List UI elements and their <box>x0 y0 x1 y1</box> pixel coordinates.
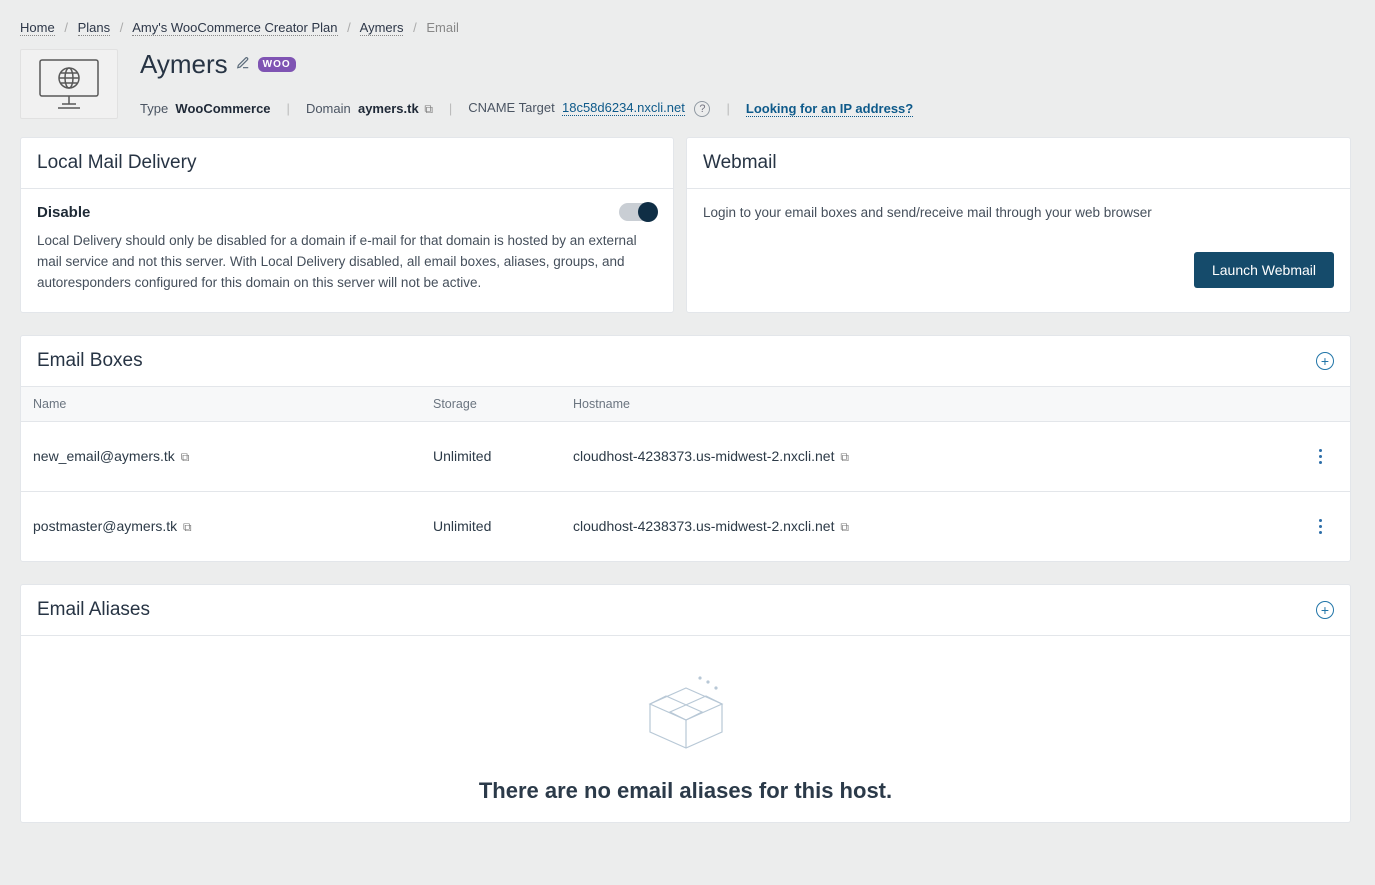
local-mail-description: Local Delivery should only be disabled f… <box>37 231 657 294</box>
local-mail-title: Local Mail Delivery <box>37 152 196 174</box>
empty-box-icon <box>638 676 734 754</box>
copy-email-icon[interactable]: ⧉ <box>183 520 192 534</box>
webmail-card: Webmail Login to your email boxes and se… <box>686 137 1351 313</box>
col-hostname: Hostname <box>573 397 1302 411</box>
row-actions-menu[interactable] <box>1302 519 1338 534</box>
woo-badge: WOO <box>258 57 296 72</box>
page-title: Aymers <box>140 49 228 80</box>
ip-address-link[interactable]: Looking for an IP address? <box>746 101 913 117</box>
webmail-title: Webmail <box>703 152 777 174</box>
row-actions-menu[interactable] <box>1302 449 1338 464</box>
table-row: new_email@aymers.tk ⧉ Unlimited cloudhos… <box>21 422 1350 492</box>
email-box-storage: Unlimited <box>433 518 573 534</box>
breadcrumb-home[interactable]: Home <box>20 20 55 36</box>
site-thumbnail <box>20 49 118 119</box>
col-name: Name <box>33 397 433 411</box>
copy-hostname-icon[interactable]: ⧉ <box>840 520 849 534</box>
email-box-hostname: cloudhost-4238373.us-midwest-2.nxcli.net <box>573 448 834 464</box>
email-box-hostname: cloudhost-4238373.us-midwest-2.nxcli.net <box>573 518 834 534</box>
email-boxes-panel: Email Boxes + Name Storage Hostname new_… <box>20 335 1351 562</box>
disable-toggle[interactable] <box>619 203 657 221</box>
launch-webmail-button[interactable]: Launch Webmail <box>1194 252 1334 288</box>
breadcrumb-plans[interactable]: Plans <box>78 20 111 36</box>
edit-title-icon[interactable] <box>236 56 250 73</box>
type-label: Type <box>140 101 168 116</box>
disable-label: Disable <box>37 204 90 221</box>
cname-label: CNAME Target <box>468 100 554 115</box>
monitor-globe-icon <box>34 56 104 112</box>
email-aliases-empty-state: There are no email aliases for this host… <box>21 636 1350 822</box>
add-email-alias-button[interactable]: + <box>1316 601 1334 619</box>
type-value: WooCommerce <box>175 101 270 116</box>
breadcrumb-current: Email <box>426 20 459 35</box>
copy-hostname-icon[interactable]: ⧉ <box>840 450 849 464</box>
email-aliases-title: Email Aliases <box>37 599 150 621</box>
webmail-description: Login to your email boxes and send/recei… <box>703 203 1334 224</box>
breadcrumb-site[interactable]: Aymers <box>360 20 404 36</box>
copy-domain-icon[interactable]: ⧉ <box>424 102 433 116</box>
cname-value[interactable]: 18c58d6234.nxcli.net <box>562 100 685 116</box>
breadcrumb-plan-name[interactable]: Amy's WooCommerce Creator Plan <box>132 20 337 36</box>
email-boxes-title: Email Boxes <box>37 350 143 372</box>
site-meta: Type WooCommerce | Domain aymers.tk ⧉ | … <box>140 100 1351 117</box>
email-boxes-header-row: Name Storage Hostname <box>21 387 1350 422</box>
email-box-name: postmaster@aymers.tk <box>33 518 177 534</box>
col-storage: Storage <box>433 397 573 411</box>
site-header: Aymers WOO Type WooCommerce | Domain aym… <box>20 49 1351 119</box>
local-mail-card: Local Mail Delivery Disable Local Delive… <box>20 137 674 313</box>
email-box-name: new_email@aymers.tk <box>33 448 175 464</box>
copy-email-icon[interactable]: ⧉ <box>181 450 190 464</box>
add-email-box-button[interactable]: + <box>1316 352 1334 370</box>
email-box-storage: Unlimited <box>433 448 573 464</box>
help-cname-icon[interactable]: ? <box>694 101 710 117</box>
table-row: postmaster@aymers.tk ⧉ Unlimited cloudho… <box>21 492 1350 561</box>
empty-message: There are no email aliases for this host… <box>479 778 892 804</box>
domain-value: aymers.tk <box>358 101 419 116</box>
email-aliases-panel: Email Aliases + There are no email alias… <box>20 584 1351 823</box>
breadcrumb: Home / Plans / Amy's WooCommerce Creator… <box>20 20 1351 35</box>
domain-label: Domain <box>306 101 351 116</box>
